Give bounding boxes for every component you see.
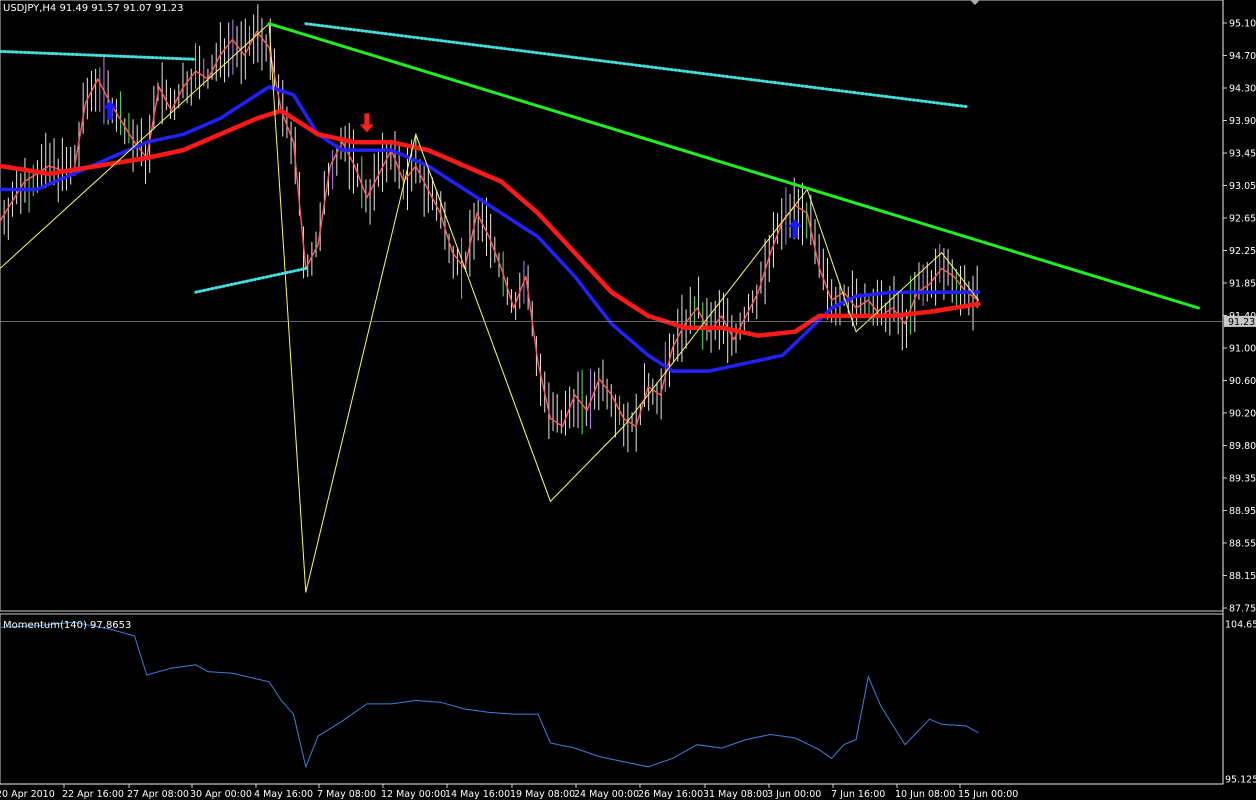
time-tick-label: 3 Jun 00:00	[767, 789, 821, 800]
price-tick-label: 87.75	[1229, 604, 1256, 615]
price-tick-label: 88.95	[1229, 506, 1256, 517]
price-tick-label: 95.10	[1229, 19, 1256, 30]
price-tick-label: 94.70	[1229, 51, 1256, 62]
momentum-axis-labels: 104.654 95.1253	[1225, 620, 1256, 786]
price-tick-label: 93.45	[1229, 149, 1256, 160]
time-tick-label: 12 May 00:00	[381, 789, 446, 800]
current-price-label: 91.23	[1228, 317, 1255, 328]
price-tick-label: 89.80	[1229, 441, 1256, 452]
time-tick-label: 22 Apr 16:00	[62, 789, 124, 800]
time-tick-label: 7 May 08:00	[317, 789, 376, 800]
price-tick-label: 93.05	[1229, 181, 1256, 192]
time-tick-label: 26 May 16:00	[638, 789, 703, 800]
time-tick-label: 4 May 16:00	[254, 789, 313, 800]
price-tick-label: 90.20	[1229, 409, 1256, 420]
price-tick-label: 90.60	[1229, 376, 1256, 387]
momentum-tick-label: 104.654	[1225, 620, 1256, 631]
time-tick-label: 20 Apr 2010	[0, 789, 55, 800]
time-tick-label: 10 Jun 08:00	[895, 789, 955, 800]
time-tick-label: 15 Jun 00:00	[958, 789, 1018, 800]
price-tick-label: 91.00	[1229, 344, 1256, 355]
price-tick-label: 93.90	[1229, 116, 1256, 127]
momentum-title: Momentum(140) 97.8653	[3, 620, 131, 631]
time-axis-labels: 20 Apr 2010 22 Apr 16:00 27 Apr 08:00 30 Ap…	[0, 784, 1018, 800]
momentum-tick-label: 95.1253	[1225, 775, 1256, 786]
price-tick-label: 92.25	[1229, 246, 1256, 257]
current-price-marker: 91.23	[1224, 315, 1256, 328]
price-tick-label: 91.85	[1229, 279, 1256, 290]
indicator-pane-frame	[0, 613, 1224, 785]
chart-title: USDJPY,H4 91.49 91.57 91.07 91.23	[3, 3, 184, 14]
time-tick-label: 31 May 08:00	[703, 789, 768, 800]
price-tick-label: 89.35	[1229, 474, 1256, 485]
time-tick-label: 27 Apr 08:00	[127, 789, 189, 800]
price-tick-label: 92.65	[1229, 214, 1256, 225]
time-tick-label: 24 May 00:00	[574, 789, 639, 800]
time-tick-label: 7 Jun 16:00	[831, 789, 885, 800]
time-tick-label: 14 May 16:00	[445, 789, 510, 800]
price-tick-label: 88.15	[1229, 571, 1256, 582]
price-tick-label: 88.55	[1229, 539, 1256, 550]
time-tick-label: 30 Apr 00:00	[190, 789, 252, 800]
chart-canvas[interactable]: 95.10 94.70 94.30 93.90 93.45 93.05 92.65 92.25…	[0, 0, 1256, 800]
price-tick-label: 94.30	[1229, 84, 1256, 95]
time-tick-label: 19 May 08:00	[510, 789, 575, 800]
